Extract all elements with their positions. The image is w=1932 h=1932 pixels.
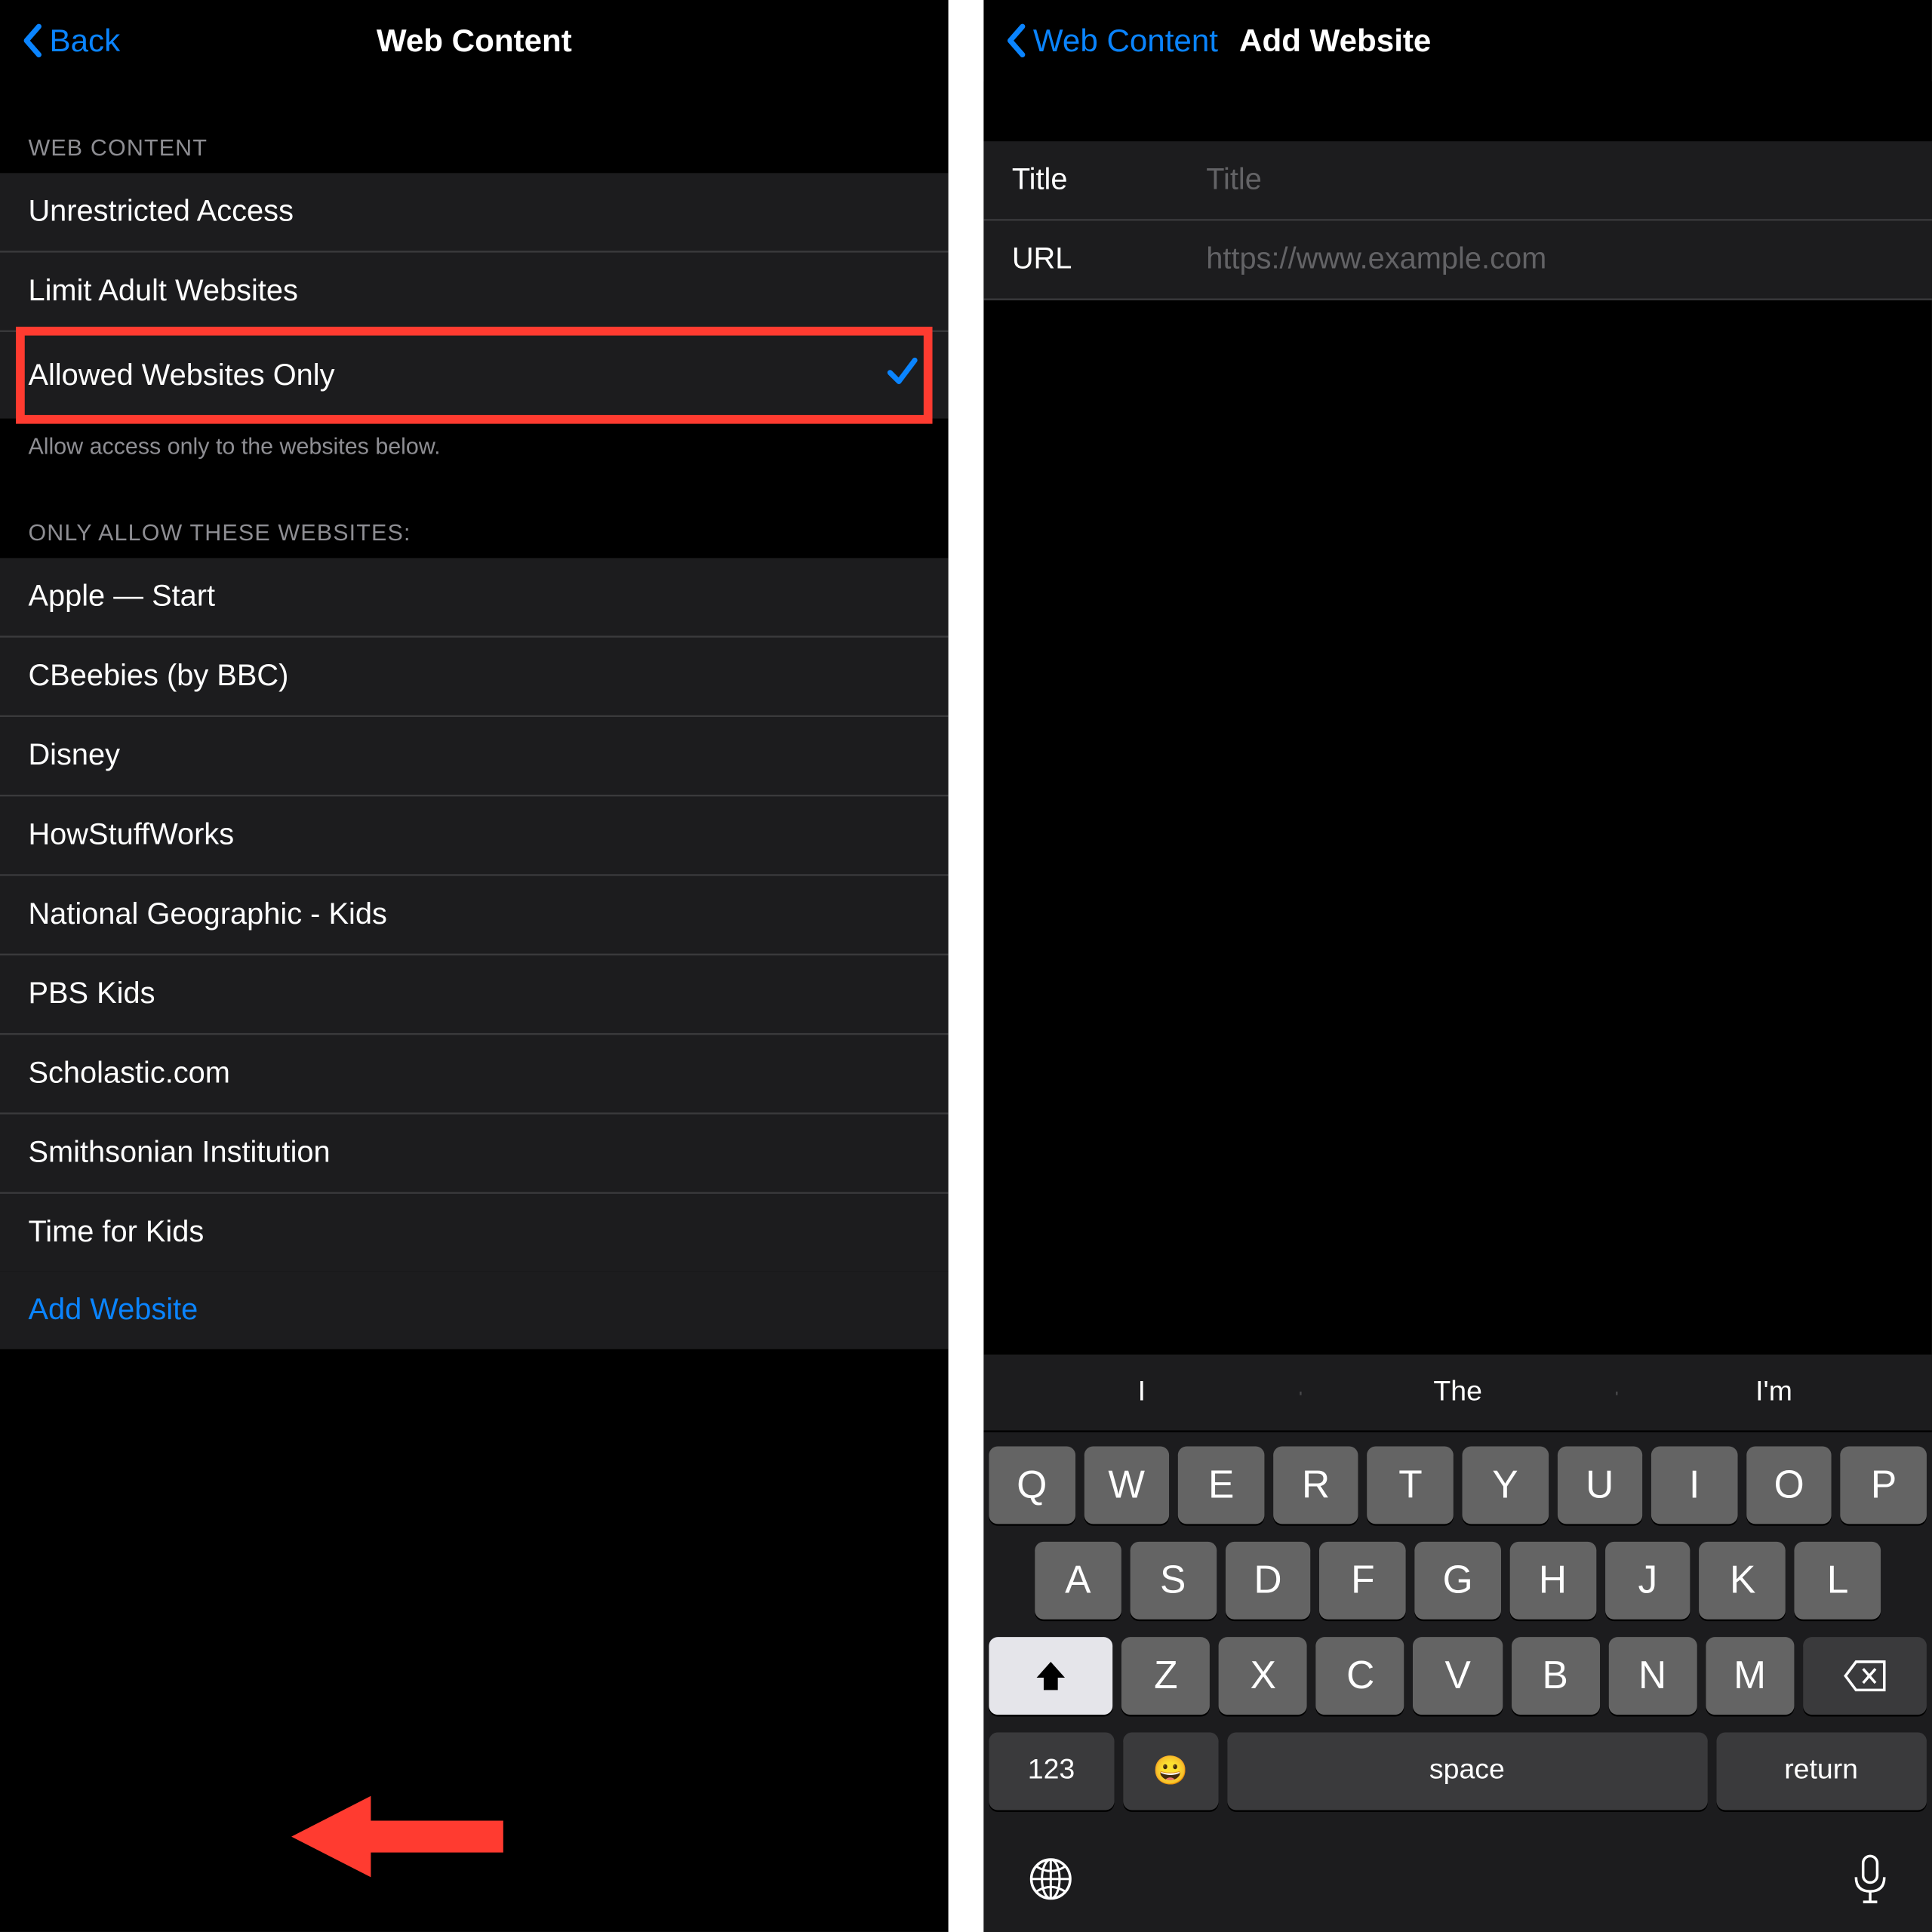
url-label: URL bbox=[1012, 242, 1206, 278]
key-x[interactable]: X bbox=[1219, 1637, 1307, 1715]
key-m[interactable]: M bbox=[1706, 1637, 1794, 1715]
nav-bar: Back Web Content bbox=[0, 0, 949, 82]
key-emoji[interactable]: 😀 bbox=[1122, 1733, 1218, 1810]
list-item-label: Time for Kids bbox=[28, 1215, 204, 1251]
list-item-label: National Geographic - Kids bbox=[28, 897, 386, 933]
key-z[interactable]: Z bbox=[1121, 1637, 1210, 1715]
back-button[interactable]: Web Content bbox=[1004, 22, 1218, 59]
key-f[interactable]: F bbox=[1320, 1542, 1406, 1620]
key-d[interactable]: D bbox=[1225, 1542, 1311, 1620]
back-label: Back bbox=[50, 22, 121, 59]
key-123[interactable]: 123 bbox=[989, 1733, 1113, 1810]
key-s[interactable]: S bbox=[1130, 1542, 1216, 1620]
key-o[interactable]: O bbox=[1746, 1446, 1832, 1524]
list-item-label: Apple — Start bbox=[28, 580, 215, 615]
section-footer: Allow access only to the websites below. bbox=[0, 419, 949, 466]
key-r[interactable]: R bbox=[1273, 1446, 1359, 1524]
key-p[interactable]: P bbox=[1841, 1446, 1927, 1524]
key-a[interactable]: A bbox=[1035, 1542, 1121, 1620]
title-input[interactable] bbox=[1206, 162, 1903, 198]
chevron-left-icon bbox=[21, 23, 42, 58]
option-label: Allowed Websites Only bbox=[28, 358, 334, 393]
option-label: Unrestricted Access bbox=[28, 194, 294, 229]
url-input[interactable] bbox=[1206, 242, 1903, 278]
checkmark-icon bbox=[884, 353, 920, 398]
list-item[interactable]: HowStuffWorks bbox=[0, 796, 949, 875]
list-item[interactable]: Apple — Start bbox=[0, 558, 949, 637]
list-item[interactable]: National Geographic - Kids bbox=[0, 876, 949, 955]
key-t[interactable]: T bbox=[1367, 1446, 1454, 1524]
list-item[interactable]: PBS Kids bbox=[0, 955, 949, 1035]
option-label: Limit Adult Websites bbox=[28, 274, 297, 309]
prediction[interactable]: The bbox=[1300, 1377, 1616, 1408]
key-j[interactable]: J bbox=[1604, 1542, 1690, 1620]
key-y[interactable]: Y bbox=[1463, 1446, 1549, 1524]
web-content-screen: Back Web Content WEB CONTENT Unrestricte… bbox=[0, 0, 949, 1932]
list-item-label: Smithsonian Institution bbox=[28, 1136, 330, 1171]
key-b[interactable]: B bbox=[1511, 1637, 1599, 1715]
list-item-label: PBS Kids bbox=[28, 977, 155, 1012]
key-backspace[interactable] bbox=[1803, 1637, 1927, 1715]
list-item-label: HowStuffWorks bbox=[28, 817, 234, 853]
key-w[interactable]: W bbox=[1084, 1446, 1170, 1524]
title-row: Title bbox=[983, 141, 1932, 220]
add-website-screen: Web Content Add Website Title URL I The … bbox=[983, 0, 1932, 1932]
back-label: Web Content bbox=[1033, 22, 1218, 59]
list-item[interactable]: Time for Kids bbox=[0, 1194, 949, 1272]
section-header-web-content: WEB CONTENT bbox=[0, 82, 949, 174]
back-button[interactable]: Back bbox=[21, 22, 120, 59]
page-title: Web Content bbox=[0, 22, 949, 59]
key-v[interactable]: V bbox=[1414, 1637, 1502, 1715]
key-return[interactable]: return bbox=[1715, 1733, 1927, 1810]
list-item[interactable]: Smithsonian Institution bbox=[0, 1115, 949, 1194]
prediction[interactable]: I bbox=[983, 1377, 1300, 1408]
page-title: Add Website bbox=[1239, 22, 1431, 59]
add-website-label: Add Website bbox=[28, 1293, 198, 1328]
key-space[interactable]: space bbox=[1227, 1733, 1706, 1810]
option-allowed-only[interactable]: Allowed Websites Only bbox=[0, 332, 949, 419]
keyboard-footer bbox=[983, 1835, 1932, 1932]
key-n[interactable]: N bbox=[1608, 1637, 1697, 1715]
key-i[interactable]: I bbox=[1651, 1446, 1737, 1524]
key-u[interactable]: U bbox=[1557, 1446, 1643, 1524]
key-e[interactable]: E bbox=[1178, 1446, 1264, 1524]
emoji-icon: 😀 bbox=[1153, 1754, 1189, 1789]
key-k[interactable]: K bbox=[1700, 1542, 1786, 1620]
keyboard: I The I'm Q W E R T Y U I O P A bbox=[983, 1355, 1932, 1932]
list-item-label: Disney bbox=[28, 738, 120, 774]
prediction[interactable]: I'm bbox=[1616, 1377, 1932, 1408]
backspace-icon bbox=[1844, 1660, 1886, 1692]
annotation-arrow-icon bbox=[291, 1775, 503, 1899]
key-h[interactable]: H bbox=[1509, 1542, 1595, 1620]
option-limit-adult[interactable]: Limit Adult Websites bbox=[0, 253, 949, 332]
option-unrestricted[interactable]: Unrestricted Access bbox=[0, 173, 949, 252]
predictive-bar: I The I'm bbox=[983, 1355, 1932, 1432]
section-header-allowed: ONLY ALLOW THESE WEBSITES: bbox=[0, 466, 949, 558]
key-c[interactable]: C bbox=[1316, 1637, 1404, 1715]
mic-icon[interactable] bbox=[1850, 1853, 1889, 1918]
shift-icon bbox=[1033, 1658, 1069, 1694]
list-item[interactable]: Scholastic.com bbox=[0, 1035, 949, 1114]
globe-icon[interactable] bbox=[1026, 1854, 1076, 1916]
add-website-button[interactable]: Add Website bbox=[0, 1272, 949, 1349]
url-row: URL bbox=[983, 221, 1932, 300]
list-item-label: Scholastic.com bbox=[28, 1056, 230, 1091]
title-label: Title bbox=[1012, 162, 1206, 198]
key-q[interactable]: Q bbox=[989, 1446, 1075, 1524]
access-mode-list: Unrestricted Access Limit Adult Websites… bbox=[0, 173, 949, 418]
allowed-websites-list: Apple — Start CBeebies (by BBC) Disney H… bbox=[0, 558, 949, 1271]
list-item-label: CBeebies (by BBC) bbox=[28, 659, 288, 694]
chevron-left-icon bbox=[1004, 23, 1026, 58]
list-item[interactable]: Disney bbox=[0, 717, 949, 796]
key-l[interactable]: L bbox=[1795, 1542, 1881, 1620]
nav-bar: Web Content Add Website bbox=[983, 0, 1932, 82]
list-item[interactable]: CBeebies (by BBC) bbox=[0, 638, 949, 717]
key-shift[interactable] bbox=[989, 1637, 1112, 1715]
key-g[interactable]: G bbox=[1415, 1542, 1501, 1620]
